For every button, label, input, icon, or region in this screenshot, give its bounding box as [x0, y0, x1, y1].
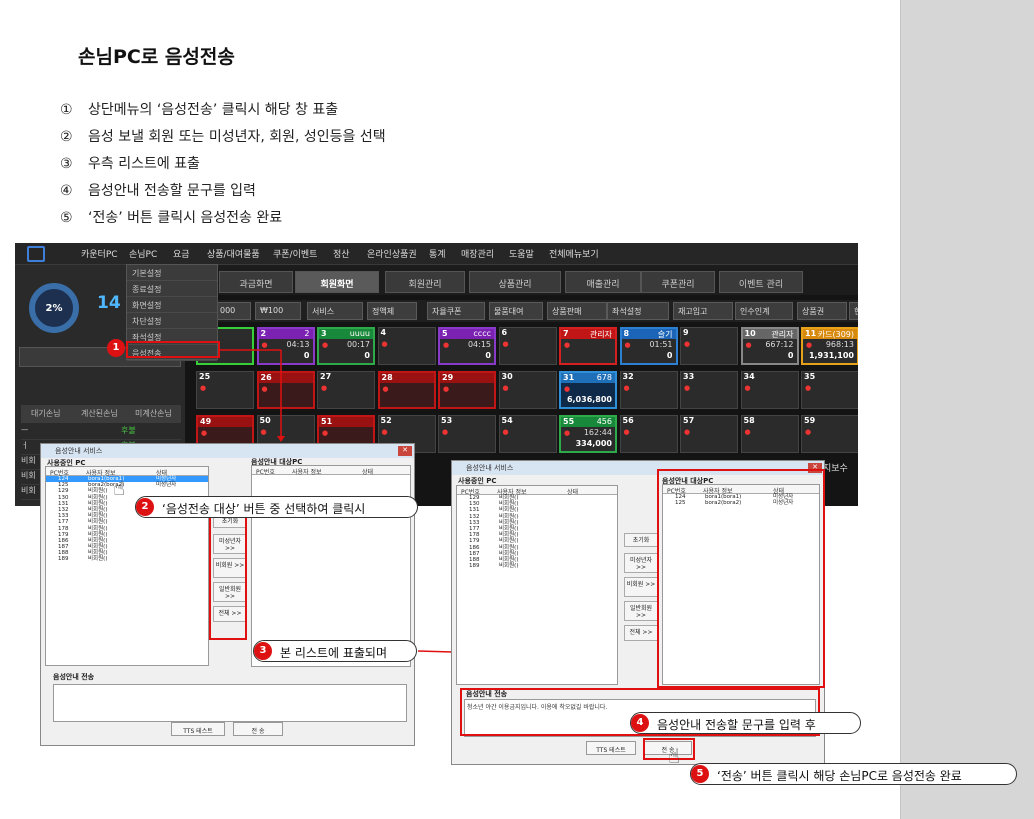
table-cell: 비회원(): [499, 507, 519, 514]
list-header: PC번호 사용자 정보 상태: [252, 466, 410, 476]
reset-button[interactable]: 초기화: [624, 533, 658, 547]
table-cell: 129: [469, 495, 480, 501]
table-cell: 189: [58, 556, 69, 563]
list-header: PC번호 사용자 정보 상태: [457, 486, 617, 496]
table-cell: 178: [469, 532, 480, 539]
table-cell: 132: [58, 506, 69, 513]
callout-4: 4 음성안내 전송할 문구를 입력 후: [630, 712, 861, 734]
table-cell: 189: [469, 563, 480, 570]
callout-2: 2 ‘음성전송 대상’ 버튼 중 선택하여 클릭시: [135, 496, 418, 518]
table-cell: 비회원(): [499, 563, 519, 570]
tts-test-button[interactable]: TTS 테스트: [171, 722, 225, 736]
table-cell: 179: [469, 538, 480, 545]
table-cell: 178: [58, 525, 69, 532]
table-cell: 비회원(): [499, 556, 519, 563]
close-icon[interactable]: ✕: [398, 446, 412, 456]
table-cell: 비회원(): [499, 513, 519, 520]
table-cell: 비회원(): [499, 538, 519, 545]
table-cell: 177: [58, 519, 69, 526]
all-button[interactable]: 전체 >>: [624, 625, 658, 641]
highlight-target-buttons: [209, 508, 247, 640]
table-cell: 186: [469, 544, 480, 551]
table-cell: 비회원(): [499, 519, 519, 526]
table-cell: 129: [58, 488, 69, 495]
table-cell: 133: [469, 519, 480, 526]
table-cell: 비회원(): [88, 500, 108, 507]
table-cell: 133: [58, 513, 69, 520]
table-cell: 186: [58, 537, 69, 544]
column-header: PC번호: [256, 469, 275, 476]
callout-5: 5 ‘전송’ 버튼 클릭시 해당 손님PC로 음성전송 완료: [690, 763, 1017, 785]
voice-message-field[interactable]: [53, 684, 407, 722]
table-cell: 125: [58, 482, 69, 489]
list-header: PC번호 사용자 정보 상태: [46, 467, 208, 477]
column-header: 상태: [362, 469, 374, 476]
table-cell: 130: [469, 501, 480, 508]
table-row[interactable]: 189 비회원(): [457, 563, 617, 569]
table-cell: 188: [58, 550, 69, 557]
table-cell: 187: [58, 544, 69, 551]
column-header: 사용자 정보: [292, 469, 322, 476]
table-cell: 132: [469, 513, 480, 520]
table-cell: 187: [469, 550, 480, 557]
table-cell: 비회원(): [88, 488, 108, 495]
general-member-button[interactable]: 일반회원 >>: [624, 601, 658, 621]
table-cell: 미성년자: [156, 482, 177, 489]
table-cell: 131: [58, 500, 69, 507]
table-cell: 177: [469, 525, 480, 532]
pointer-hand-icon: ☝: [668, 744, 681, 768]
highlight-target-list: [657, 469, 825, 688]
table-cell: 131: [469, 507, 480, 514]
minor-button[interactable]: 미성년자 >>: [624, 553, 658, 573]
table-cell: 비회원(): [499, 544, 519, 551]
using-pc-list[interactable]: PC번호 사용자 정보 상태 129 비회원() 130 비회원() 131 비회원() 132 비…: [456, 485, 618, 685]
table-cell: 188: [469, 556, 480, 563]
table-cell: 비회원(): [88, 531, 108, 538]
send-label: 음성안내 전송: [53, 673, 95, 681]
tts-test-button[interactable]: TTS 테스트: [586, 741, 636, 755]
pointer-hand-icon: ☝: [113, 476, 126, 500]
nonmember-button[interactable]: 비회원 >>: [624, 577, 658, 597]
table-cell: 비회원(): [499, 550, 519, 557]
table-cell: 130: [58, 494, 69, 501]
table-cell: 비회원(): [88, 525, 108, 532]
callout-3: 3본 리스트에 표출되며: [253, 640, 417, 662]
table-cell: 비회원(): [88, 519, 108, 526]
dialog-titlebar: 음성안내 서비스: [41, 444, 414, 458]
table-cell: 179: [58, 531, 69, 538]
table-cell: 비회원(): [88, 556, 108, 563]
table-cell: 124: [58, 476, 69, 482]
table-cell: 비회원(): [88, 494, 108, 501]
table-cell: 비회원(): [88, 537, 108, 544]
send-button[interactable]: 전 송: [233, 722, 283, 736]
table-row[interactable]: 189 비회원(): [46, 556, 208, 562]
